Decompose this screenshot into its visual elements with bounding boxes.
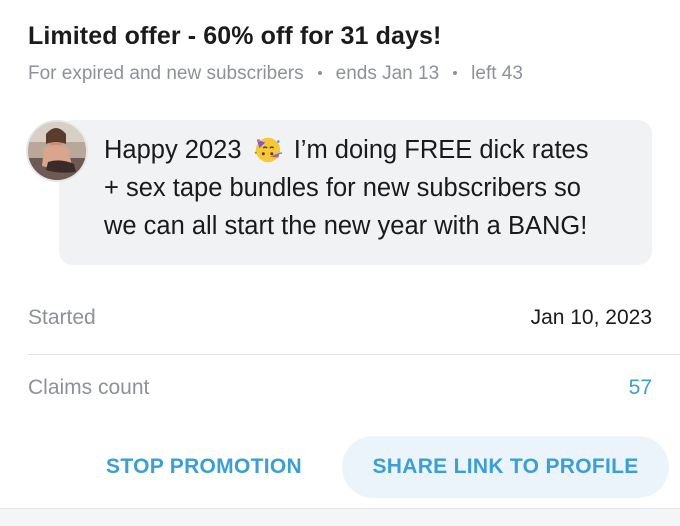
offer-ends: ends Jan 13 xyxy=(335,63,440,84)
avatar[interactable] xyxy=(26,120,88,182)
promo-message: Happy 2023 I’m doing FREE dick rates + s… xyxy=(104,131,644,245)
offer-left: left 43 xyxy=(471,63,523,84)
offer-audience: For expired and new subscribers xyxy=(28,63,304,84)
message-text-line2: + sex tape bundles for new subscribers s… xyxy=(104,174,581,202)
offer-title: Limited offer - 60% off for 31 days! xyxy=(28,22,442,50)
bottom-bar xyxy=(0,508,680,526)
started-row: Started Jan 10, 2023 xyxy=(28,306,652,330)
partying-face-icon xyxy=(254,137,282,163)
separator-dot xyxy=(317,71,322,75)
started-value: Jan 10, 2023 xyxy=(530,306,652,329)
claims-row: Claims count 57 xyxy=(28,376,652,400)
claims-count-link[interactable]: 57 xyxy=(629,376,652,400)
stop-promotion-button[interactable]: STOP PROMOTION xyxy=(84,436,324,498)
message-text-line1: I’m doing FREE dick rates xyxy=(293,136,589,164)
share-link-button[interactable]: SHARE LINK TO PROFILE xyxy=(342,436,669,498)
avatar-image xyxy=(28,122,86,180)
separator-dot xyxy=(453,71,458,75)
offer-meta: For expired and new subscribers ends Jan… xyxy=(28,63,523,85)
claims-label: Claims count xyxy=(28,376,150,399)
message-text-start: Happy 2023 xyxy=(104,136,242,164)
message-text-line3: we can all start the new year with a BAN… xyxy=(104,212,588,240)
started-label: Started xyxy=(28,306,96,329)
divider xyxy=(28,354,680,355)
